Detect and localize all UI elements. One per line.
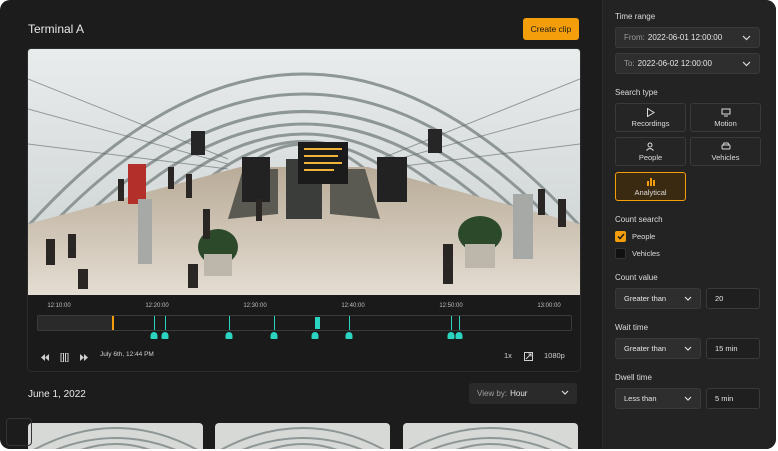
from-datetime-select[interactable]: From: 2022-06-01 12:00:00	[615, 27, 760, 48]
event-pin-icon[interactable]	[455, 332, 463, 339]
timeline-tick-label: 12:20:00	[145, 303, 169, 309]
to-prefix: To:	[624, 59, 635, 68]
event-pin-icon[interactable]	[225, 332, 233, 339]
from-prefix: From:	[624, 33, 645, 42]
event-marker[interactable]	[459, 316, 460, 330]
check-icon	[616, 233, 625, 240]
event-marker[interactable]	[229, 316, 230, 330]
count-value-label: Count value	[615, 273, 658, 282]
search-type-label-analytical: Analytical	[634, 187, 667, 197]
dwell-time-operator-select[interactable]: Less than	[615, 388, 701, 409]
result-thumbnail[interactable]	[403, 423, 578, 449]
count-people-checkbox[interactable]: People	[615, 231, 655, 242]
wait-time-operator: Greater than	[624, 344, 667, 353]
results-date-heading: June 1, 2022	[28, 389, 86, 400]
timeline-played	[38, 316, 112, 330]
to-value: 2022-06-02 12:00:00	[637, 59, 712, 68]
fast-forward-icon[interactable]	[80, 354, 88, 361]
view-by-label: View by:	[477, 389, 508, 398]
chevron-down-icon	[561, 390, 569, 395]
playhead[interactable]	[112, 316, 114, 330]
count-value-operator-select[interactable]: Greater than	[615, 288, 701, 309]
camera-feed-image[interactable]	[28, 49, 580, 295]
count-value-operator: Greater than	[624, 294, 667, 303]
count-people-label: People	[632, 232, 656, 241]
search-type-label-motion: Motion	[714, 118, 737, 128]
wait-time-input[interactable]: 15 min	[706, 338, 760, 359]
chevron-down-icon	[742, 61, 751, 67]
people-icon	[645, 142, 654, 151]
timeline-tick-label: 12:30:00	[243, 303, 267, 309]
timeline-scrubber[interactable]	[37, 315, 572, 331]
search-type-vehicles[interactable]: Vehicles	[690, 137, 761, 166]
create-clip-button[interactable]: Create clip	[523, 18, 579, 40]
timeline-tick-label: 12:40:00	[341, 303, 365, 309]
chevron-down-icon	[684, 296, 692, 301]
wait-time-label: Wait time	[615, 323, 649, 332]
dwell-time-label: Dwell time	[615, 373, 652, 382]
search-type-label-recordings: Recordings	[631, 118, 670, 128]
chevron-down-icon	[684, 346, 692, 351]
view-by-select[interactable]: View by: Hour	[469, 383, 577, 404]
timeline: 12:10:00 12:20:00 12:30:00 12:40:00 12:50:00…	[28, 295, 580, 371]
to-datetime-select[interactable]: To: 2022-06-02 12:00:00	[615, 53, 760, 74]
pause-icon[interactable]	[60, 353, 69, 362]
page-title: Terminal A	[28, 22, 85, 36]
search-type-recordings[interactable]: Recordings	[615, 103, 686, 132]
event-pin-icon[interactable]	[311, 332, 319, 339]
event-pin-icon[interactable]	[150, 332, 158, 339]
event-pin-icon[interactable]	[270, 332, 278, 339]
checkbox-checked[interactable]	[615, 231, 626, 242]
rewind-icon[interactable]	[41, 354, 49, 361]
car-icon	[721, 142, 730, 149]
search-sidebar: Time range From: 2022-06-01 12:00:00 To:…	[602, 0, 776, 449]
search-type-label: Search type	[615, 88, 658, 97]
search-type-label-vehicles: Vehicles	[711, 152, 740, 162]
event-marker[interactable]	[274, 316, 275, 330]
event-pin-icon[interactable]	[161, 332, 169, 339]
timeline-tick-label: 13:00:00	[537, 303, 561, 309]
timeline-tick-label: 12:10:00	[47, 303, 71, 309]
count-vehicles-checkbox[interactable]: Vehicles	[615, 248, 660, 259]
playback-datetime: July 6th, 12:44 PM	[100, 351, 154, 358]
timeline-tick-label: 12:50:00	[439, 303, 463, 309]
result-thumbnail[interactable]	[215, 423, 390, 449]
play-icon	[647, 107, 655, 117]
event-pin-icon[interactable]	[447, 332, 455, 339]
event-marker[interactable]	[315, 317, 320, 329]
playback-speed[interactable]: 1x	[504, 351, 512, 360]
event-marker[interactable]	[165, 316, 166, 330]
result-thumbnail[interactable]	[28, 423, 203, 449]
fullscreen-icon[interactable]	[524, 352, 533, 361]
time-range-label: Time range	[615, 12, 656, 21]
bar-chart-icon	[646, 177, 655, 186]
search-type-label-people: People	[638, 152, 663, 162]
count-value-input[interactable]: 20	[706, 288, 760, 309]
wait-time-operator-select[interactable]: Greater than	[615, 338, 701, 359]
dwell-time-operator: Less than	[624, 394, 657, 403]
quality-selector[interactable]: 1080p	[544, 351, 565, 360]
app-window: Terminal A Create clip 12:10:00 12:20:00…	[0, 0, 776, 449]
search-type-people[interactable]: People	[615, 137, 686, 166]
video-player: 12:10:00 12:20:00 12:30:00 12:40:00 12:50:00…	[27, 48, 581, 372]
dwell-time-input[interactable]: 5 min	[706, 388, 760, 409]
motion-icon	[721, 108, 730, 116]
search-type-motion[interactable]: Motion	[690, 103, 761, 132]
checkbox-unchecked[interactable]	[615, 248, 626, 259]
chevron-down-icon	[684, 396, 692, 401]
from-value: 2022-06-01 12:00:00	[647, 33, 723, 42]
corner-handle	[6, 418, 32, 446]
event-marker[interactable]	[349, 316, 350, 330]
count-search-label: Count search	[615, 215, 663, 224]
event-pin-icon[interactable]	[345, 332, 353, 339]
view-by-value: Hour	[510, 389, 528, 398]
event-marker[interactable]	[154, 316, 155, 330]
chevron-down-icon	[742, 35, 751, 41]
main-panel: Terminal A Create clip 12:10:00 12:20:00…	[0, 0, 602, 449]
count-vehicles-label: Vehicles	[632, 249, 660, 258]
event-marker[interactable]	[451, 316, 452, 330]
search-type-analytical[interactable]: Analytical	[615, 172, 686, 201]
